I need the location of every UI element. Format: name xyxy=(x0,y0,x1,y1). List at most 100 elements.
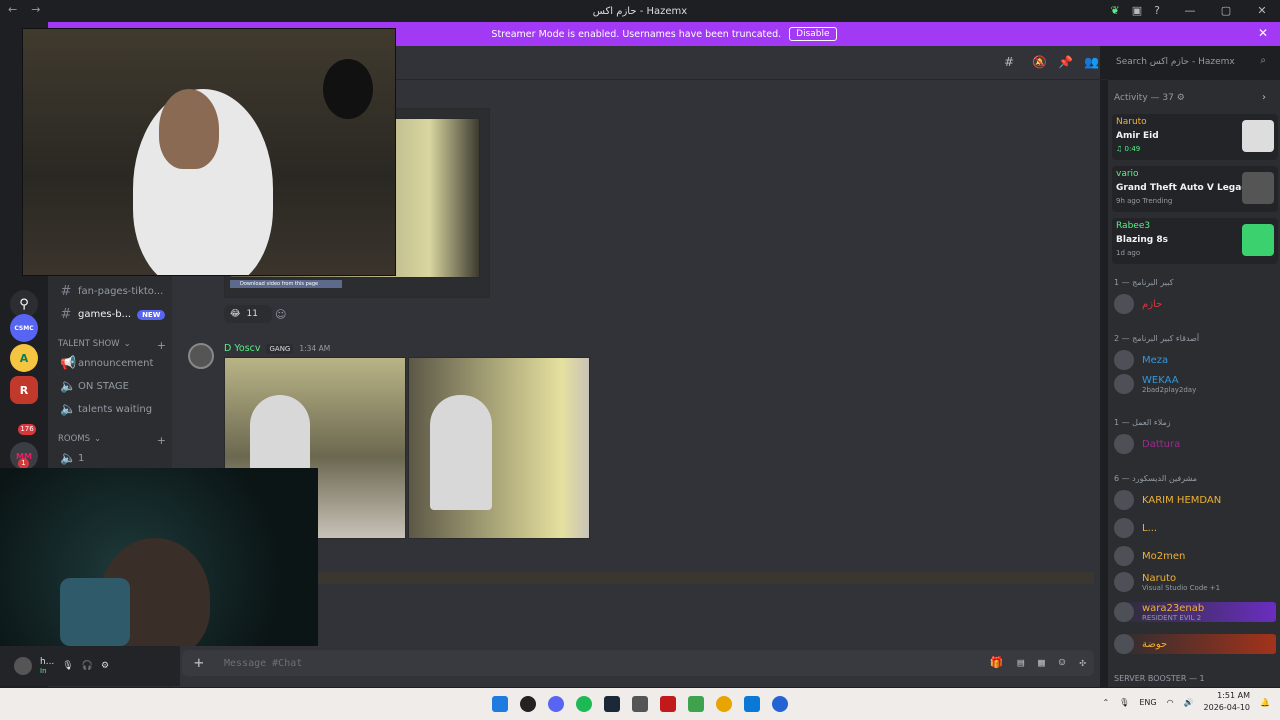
photos-icon[interactable] xyxy=(744,696,760,712)
game-art-image xyxy=(1242,172,1274,204)
notification-bell-icon[interactable]: 🔕 xyxy=(1032,55,1047,69)
cosmic-server-icon[interactable]: CSMC xyxy=(10,314,38,342)
gift-icon[interactable]: 🎁 xyxy=(990,656,1004,669)
chrome-icon[interactable] xyxy=(716,696,732,712)
member-list-icon[interactable]: 👥 xyxy=(1084,55,1099,69)
help-icon[interactable]: ? xyxy=(1154,4,1160,17)
member-item[interactable]: حوضة xyxy=(1114,634,1276,654)
member-item[interactable]: Naruto Visual Studio Code +1 xyxy=(1114,572,1220,592)
discord-icon[interactable] xyxy=(548,696,564,712)
threads-icon[interactable]: # xyxy=(1004,55,1014,69)
close-button[interactable]: ✕ xyxy=(1244,0,1280,22)
chevron-right-icon[interactable]: › xyxy=(1262,92,1266,103)
chevron-up-icon[interactable]: ⌃ xyxy=(1102,698,1109,707)
message-header: D Yoscv GANG 1:34 AM xyxy=(224,343,330,354)
message-placeholder: Message #Chat xyxy=(224,657,303,669)
activity-card[interactable]: Rabee3 Blazing 8s 1d ago xyxy=(1112,218,1278,264)
megaphone-icon: 📢 xyxy=(60,356,77,371)
chevron-down-icon: ⌄ xyxy=(123,339,131,349)
member-item[interactable]: Dattura xyxy=(1114,434,1180,454)
avatar[interactable] xyxy=(188,343,214,369)
add-reaction-icon[interactable]: ☺ xyxy=(275,308,286,321)
system-tray: ⌃ 🎙 ENG ◠ 🔊 1:51 AM 2026-04-10 🔔 xyxy=(1102,690,1270,714)
apps-icon[interactable]: ✣ xyxy=(1079,656,1086,669)
speaker-icon: 🔈 xyxy=(60,402,77,417)
obs-icon[interactable] xyxy=(520,696,536,712)
app-icon[interactable] xyxy=(660,696,676,712)
user-info[interactable]: h... In xyxy=(40,657,54,675)
hash-icon: # xyxy=(60,307,72,322)
avatar xyxy=(1114,634,1134,654)
member-item[interactable]: L... xyxy=(1114,518,1157,538)
sticker-icon[interactable]: ▦ xyxy=(1038,656,1045,669)
role-section-header: زملاء العمل — 1 xyxy=(1114,418,1171,427)
download-link[interactable]: Download video from this page xyxy=(230,280,342,288)
a-server-icon[interactable]: A xyxy=(10,344,38,372)
headphones-icon[interactable]: 🎧 xyxy=(82,661,93,671)
forward-arrow-icon[interactable]: → xyxy=(31,3,40,16)
gear-icon[interactable]: ⚙ xyxy=(1177,93,1185,103)
activity-card[interactable]: Naruto Amir Eid ♫ 0:49 xyxy=(1112,114,1278,160)
microphone-icon[interactable]: 🎙 xyxy=(1119,698,1129,707)
wifi-icon[interactable]: ◠ xyxy=(1167,698,1174,707)
category-talent-show[interactable]: TALENT SHOW ⌄ + xyxy=(58,339,166,352)
close-icon[interactable]: ✕ xyxy=(1258,26,1268,40)
disable-button[interactable]: Disable xyxy=(789,27,837,41)
add-channel-icon[interactable]: + xyxy=(157,339,166,352)
gif-icon[interactable]: ▤ xyxy=(1018,656,1025,669)
avatar xyxy=(1114,572,1134,592)
gear-icon[interactable]: ⚙ xyxy=(101,661,109,671)
emoji-icon[interactable]: ☺ xyxy=(1059,656,1066,669)
calculator-icon[interactable] xyxy=(632,696,648,712)
maximize-button[interactable]: ▢ xyxy=(1208,0,1244,22)
activity-card[interactable]: vario Grand Theft Auto V Legacy 9h ago T… xyxy=(1112,166,1278,212)
microphone-icon[interactable]: 🎙 xyxy=(62,661,73,671)
steam-icon[interactable] xyxy=(604,696,620,712)
channel-on-stage[interactable]: 🔈 ON STAGE xyxy=(60,379,129,394)
window-controls: — ▢ ✕ xyxy=(1172,0,1280,22)
back-arrow-icon[interactable]: ← xyxy=(8,3,17,16)
channel-label: talents waiting xyxy=(78,404,153,415)
member-item[interactable]: WEKAA 2bad2play2day xyxy=(1114,374,1196,394)
minimize-button[interactable]: — xyxy=(1172,0,1208,22)
member-item[interactable]: حازم xyxy=(1114,294,1162,314)
member-item[interactable]: Meza xyxy=(1114,350,1168,370)
member-item[interactable]: wara23enab RESIDENT EVIL 2 xyxy=(1114,602,1276,622)
channel-announcement[interactable]: 📢 announcement xyxy=(60,356,153,371)
start-button[interactable] xyxy=(492,696,508,712)
user-status: In xyxy=(40,667,47,675)
channel-talents-waiting[interactable]: 🔈 talents waiting xyxy=(60,402,152,417)
add-channel-icon[interactable]: + xyxy=(157,434,166,447)
app-icon[interactable] xyxy=(688,696,704,712)
volume-icon[interactable]: 🔊 xyxy=(1184,698,1194,707)
channel-room-1[interactable]: 🔈 1 xyxy=(60,451,84,466)
taskbar: ⌃ 🎙 ENG ◠ 🔊 1:51 AM 2026-04-10 🔔 xyxy=(0,688,1280,720)
activity-header[interactable]: Activity — 37 ⚙ xyxy=(1114,93,1185,103)
channel-games[interactable]: # games-b... NEW xyxy=(60,307,166,322)
clock[interactable]: 1:51 AM 2026-04-10 xyxy=(1204,690,1251,714)
leaf-icon[interactable]: ❦ xyxy=(1111,4,1120,17)
r-server-icon[interactable]: R xyxy=(10,376,38,404)
pin-icon[interactable]: 📌 xyxy=(1058,55,1073,69)
language-indicator[interactable]: ENG xyxy=(1139,698,1156,707)
activity-status: ♫ 0:49 xyxy=(1116,145,1141,153)
avatar[interactable] xyxy=(14,657,32,675)
channel-label: 1 xyxy=(78,453,85,464)
role-section-header: كبير البرنامج — 1 xyxy=(1114,278,1174,287)
member-item[interactable]: KARIM HEMDAN xyxy=(1114,490,1221,510)
ea-icon[interactable] xyxy=(772,696,788,712)
inbox-icon[interactable]: ▣ xyxy=(1132,4,1142,17)
member-item[interactable]: Mo2men xyxy=(1114,546,1185,566)
message-input[interactable]: + Message #Chat 🎁 ▤ ▦ ☺ ✣ xyxy=(182,650,1094,676)
avatar xyxy=(1114,602,1134,622)
reaction-button[interactable]: 😂 11 xyxy=(224,305,272,323)
search-input[interactable]: Search حازم اكس - Hazemx ⌕ xyxy=(1110,53,1272,71)
author-name[interactable]: D Yoscv xyxy=(224,343,260,354)
channel-fan-pages[interactable]: # fan-pages-tikto... xyxy=(60,284,164,299)
reaction-count: 11 xyxy=(246,309,258,319)
notification-icon[interactable]: 🔔 xyxy=(1260,698,1270,707)
category-rooms[interactable]: ROOMS ⌄ + xyxy=(58,434,166,447)
role-section-header: أصدقاء كبير البرنامج — 2 xyxy=(1114,334,1200,343)
add-attachment-icon[interactable]: + xyxy=(194,653,204,672)
spotify-icon[interactable] xyxy=(576,696,592,712)
